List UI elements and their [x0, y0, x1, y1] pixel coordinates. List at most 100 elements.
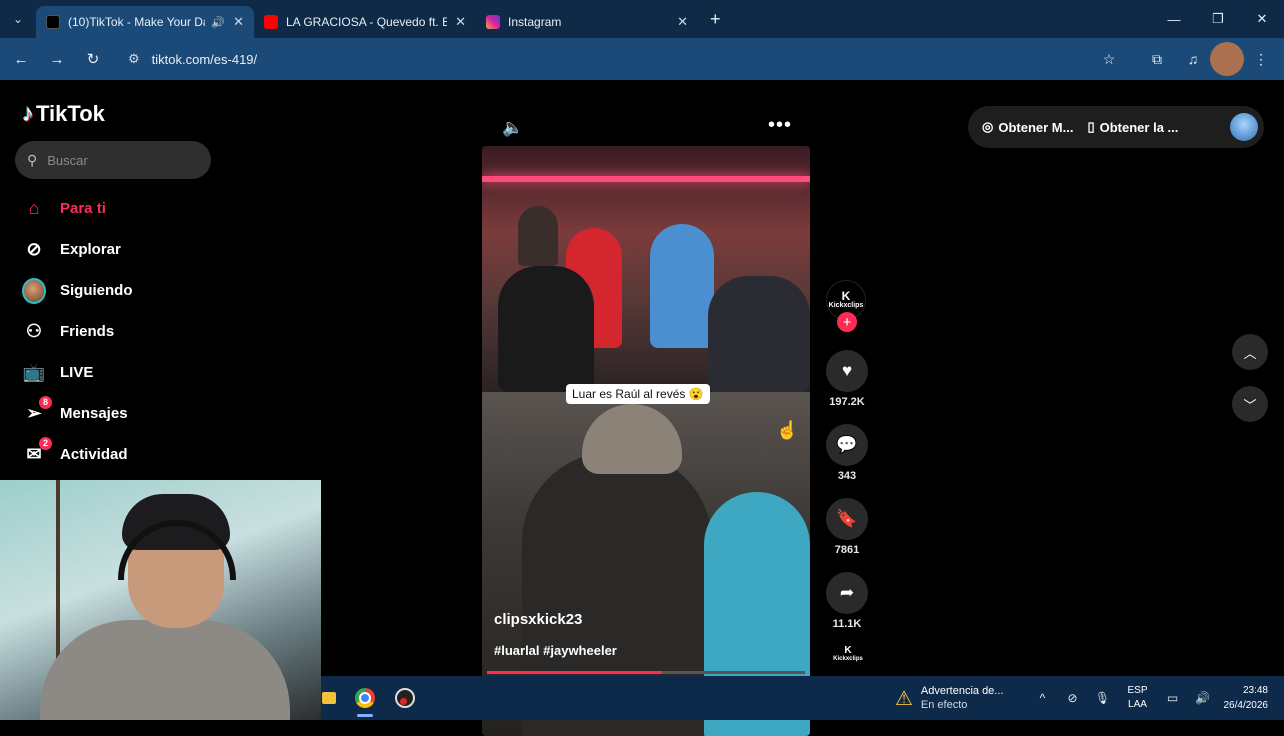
- language-indicator[interactable]: ESP LAA: [1127, 684, 1147, 712]
- like-count: 197.2K: [829, 396, 865, 408]
- tab-youtube[interactable]: LA GRACIOSA - Quevedo ft. El ✕: [254, 6, 476, 38]
- profile-avatar[interactable]: [1210, 42, 1244, 76]
- close-tab-icon[interactable]: ✕: [233, 14, 244, 30]
- music-disc-label: Kickxclips: [833, 656, 863, 662]
- person-hat: [582, 404, 682, 474]
- sidebar-item-para-ti[interactable]: ⌂ Para ti: [0, 188, 240, 229]
- close-tab-icon[interactable]: ✕: [455, 14, 466, 30]
- warning-notification[interactable]: ⚠ Advertencia de... En efecto: [895, 684, 1004, 712]
- address-bar[interactable]: ⚙ tiktok.com/es-419/: [118, 44, 1078, 74]
- extensions-puzzle-icon[interactable]: ⧉: [1140, 42, 1174, 76]
- like-action: ♥ 197.2K: [826, 350, 868, 408]
- file-explorer-button[interactable]: [321, 676, 337, 720]
- sidebar-item-mensajes[interactable]: ➢ 8 Mensajes: [0, 393, 240, 434]
- tab-tiktok[interactable]: (10)TikTok - Make Your Day 🔊 ✕: [36, 6, 254, 38]
- activity-badge: 2: [39, 436, 52, 450]
- browser-toolbar: ← → ↻ ⚙ tiktok.com/es-419/ ☆ ⧉ ♫ ⋮: [0, 38, 1284, 80]
- video-hashtags[interactable]: #luarlal #jaywheeler: [494, 643, 617, 658]
- chevron-up-icon[interactable]: ^: [1027, 691, 1057, 705]
- share-action: ➦ 11.1K: [826, 572, 868, 630]
- obs-icon: [395, 688, 415, 708]
- forward-arrow-icon[interactable]: →: [40, 42, 74, 76]
- obs-taskbar-button[interactable]: [385, 676, 425, 720]
- window-controls: — ❐ ✕: [1152, 0, 1284, 38]
- sidebar-item-explorar[interactable]: ⊘ Explorar: [0, 229, 240, 270]
- tiktok-logo[interactable]: ♪ TikTok: [22, 100, 105, 128]
- warning-icon: ⚠: [894, 687, 913, 710]
- menu-kebab-icon[interactable]: ⋮: [1244, 42, 1278, 76]
- bookmark-icon[interactable]: 🔖: [826, 498, 868, 540]
- minimize-icon[interactable]: —: [1152, 0, 1196, 38]
- share-arrow-icon[interactable]: ➦: [826, 572, 868, 614]
- warning-subtitle: En efecto: [920, 699, 968, 711]
- close-tab-icon[interactable]: ✕: [677, 14, 688, 30]
- heart-icon[interactable]: ♥: [826, 350, 868, 392]
- comment-action: 💬 343: [826, 424, 868, 482]
- video-player[interactable]: Luar es Raúl al revés 😮 clipsxkick23 #lu…: [482, 146, 810, 736]
- user-avatar[interactable]: [1230, 113, 1258, 141]
- video-top-controls: 🔈 •••: [482, 112, 810, 142]
- youtube-favicon-icon: [264, 15, 278, 29]
- person-blue-hoodie: [650, 224, 714, 348]
- audio-playing-icon[interactable]: 🔊: [211, 16, 225, 29]
- sidebar-item-label: LIVE: [60, 364, 94, 381]
- channel-avatar-label: Kickxclips: [828, 302, 864, 309]
- tab-title: (10)TikTok - Make Your Day: [68, 15, 206, 29]
- system-tray: ⚠ Advertencia de... En efecto ^ ⊘ 🎙 ESP …: [895, 676, 1284, 720]
- chrome-icon: [355, 688, 375, 708]
- get-app-button[interactable]: ▯ Obtener la ...: [1087, 119, 1178, 135]
- microphone-icon[interactable]: 🎙: [1087, 691, 1117, 705]
- chevron-up-icon: ︿: [1243, 345, 1257, 361]
- hand-cursor-icon: ☝: [776, 420, 799, 440]
- action-rail: K Kickxclips + ♥ 197.2K 💬 343 🔖 7861 ➦ 1…: [826, 280, 868, 630]
- video-frame-top: [482, 146, 810, 392]
- camera-off-icon[interactable]: ⊘: [1057, 691, 1087, 705]
- person-black-hoodie: [498, 266, 594, 392]
- comment-icon[interactable]: 💬: [826, 424, 868, 466]
- sidebar-item-siguiendo[interactable]: Siguiendo: [0, 270, 240, 311]
- network-icon[interactable]: ▭: [1158, 691, 1188, 705]
- site-info-icon[interactable]: ⚙: [128, 51, 140, 67]
- coin-icon: ◎: [982, 119, 994, 134]
- clock-time: 23:48: [1242, 685, 1268, 696]
- person-body: [40, 620, 290, 720]
- close-window-icon[interactable]: ✕: [1240, 0, 1284, 38]
- tab-title: Instagram: [508, 15, 562, 29]
- save-action: 🔖 7861: [826, 498, 868, 556]
- live-tv-icon: 📺: [22, 362, 46, 382]
- compass-icon: ⊘: [26, 239, 42, 259]
- windows-taskbar: ⚠ Advertencia de... En efecto ^ ⊘ 🎙 ESP …: [321, 676, 1284, 720]
- sidebar-item-live[interactable]: 📺 LIVE: [0, 352, 240, 393]
- follow-plus-button[interactable]: +: [837, 312, 857, 332]
- inbox-icon: ✉ 2: [22, 436, 52, 467]
- previous-video-button[interactable]: ︿: [1232, 334, 1268, 370]
- music-disc[interactable]: K Kickxclips: [830, 646, 866, 668]
- new-tab-button[interactable]: +: [710, 9, 721, 30]
- get-coins-button[interactable]: ◎ Obtener M...: [982, 119, 1073, 135]
- bookmark-star-icon[interactable]: ☆: [1092, 42, 1126, 76]
- search-input[interactable]: ⚲ Buscar: [15, 141, 211, 179]
- tiktok-favicon-icon: [46, 15, 60, 29]
- home-icon: ⌂: [28, 198, 40, 218]
- video-author[interactable]: clipsxkick23: [494, 611, 582, 628]
- media-control-icon[interactable]: ♫: [1176, 42, 1210, 76]
- sidebar-item-friends[interactable]: ⚇ Friends: [0, 311, 240, 352]
- get-coins-label: Obtener M...: [998, 119, 1074, 135]
- restore-icon[interactable]: ❐: [1196, 0, 1240, 38]
- video-progress-bar[interactable]: [487, 671, 805, 674]
- reload-icon[interactable]: ↻: [76, 42, 110, 76]
- tab-search-icon[interactable]: ⌄: [0, 0, 36, 38]
- volume-icon[interactable]: 🔈: [502, 118, 523, 138]
- sidebar-nav: ⌂ Para ti ⊘ Explorar Siguiendo ⚇ Friends…: [0, 188, 240, 475]
- more-options-icon[interactable]: •••: [768, 114, 792, 137]
- sidebar-item-actividad[interactable]: ✉ 2 Actividad: [0, 434, 240, 475]
- next-video-button[interactable]: ﹀: [1232, 386, 1268, 422]
- video-caption-overlay: Luar es Raúl al revés 😮: [566, 384, 710, 404]
- lang-line2: LAA: [1128, 699, 1147, 710]
- clock[interactable]: 23:48 26/4/2026: [1224, 683, 1269, 713]
- person-cap: [708, 276, 810, 392]
- back-arrow-icon[interactable]: ←: [4, 42, 38, 76]
- volume-icon[interactable]: 🔊: [1188, 691, 1218, 705]
- tab-instagram[interactable]: Instagram ✕: [476, 6, 698, 38]
- chrome-taskbar-button[interactable]: [345, 676, 385, 720]
